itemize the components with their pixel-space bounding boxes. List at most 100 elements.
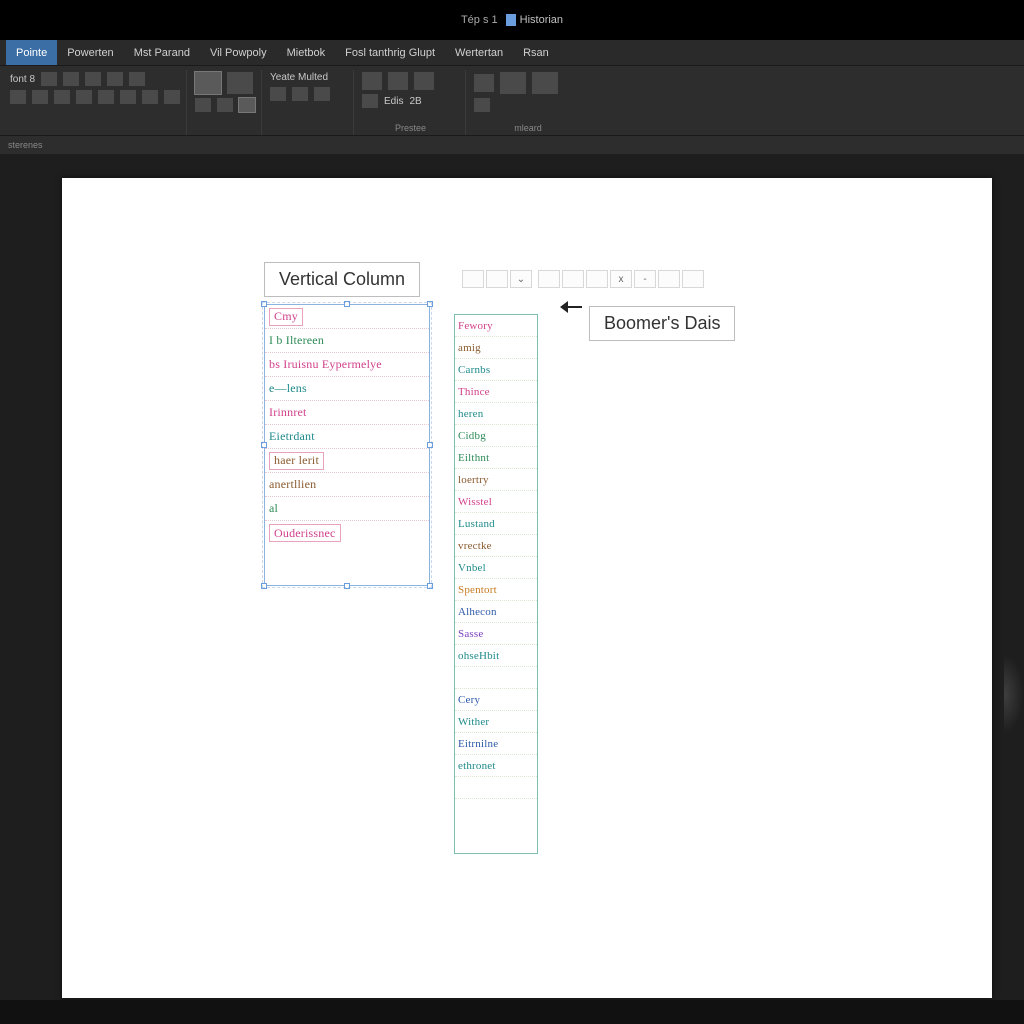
resize-handle[interactable] — [427, 442, 433, 448]
ribbon-button[interactable] — [239, 98, 255, 112]
ribbon-group-label — [270, 123, 347, 133]
ribbon-button[interactable] — [270, 87, 286, 101]
document-area[interactable]: Vertical Column ⌄ x - Boomer's Dais — [0, 154, 1024, 1000]
handwriting-text: Fewory — [458, 320, 493, 332]
handwriting-text: anertllien — [269, 477, 316, 492]
mini-toolbar-button[interactable] — [586, 270, 608, 288]
ribbon-button[interactable] — [532, 72, 558, 94]
text-box-vertical-column[interactable]: Vertical Column — [264, 262, 420, 297]
resize-handle[interactable] — [427, 583, 433, 589]
resize-handle[interactable] — [261, 301, 267, 307]
bold-icon[interactable] — [10, 90, 26, 104]
ribbon-tab-4[interactable]: Mietbok — [277, 40, 336, 65]
ribbon-tab-home[interactable]: Pointe — [6, 40, 57, 65]
ribbon-group-label — [195, 123, 255, 133]
mini-toolbar-button[interactable]: - — [634, 270, 656, 288]
edge-glow — [1004, 654, 1024, 734]
list-row: Vnbel — [455, 557, 537, 579]
ribbon-button[interactable] — [85, 72, 101, 86]
ribbon-button[interactable] — [388, 72, 408, 90]
resize-handle[interactable] — [261, 442, 267, 448]
ribbon-tab-3[interactable]: Vil Powpoly — [200, 40, 277, 65]
ribbon-button[interactable] — [120, 90, 136, 104]
ribbon-button[interactable] — [142, 90, 158, 104]
table-icon[interactable] — [414, 72, 434, 90]
list-row: vrectke — [455, 535, 537, 557]
image-object-right-column[interactable]: FeworyamigCarnbsThinceherenCidbgEilthntl… — [454, 314, 538, 854]
resize-handle[interactable] — [261, 583, 267, 589]
text-box-label: Boomer's Dais — [604, 313, 720, 333]
handwriting-text: Eilthnt — [458, 452, 489, 464]
mini-toolbar-button[interactable] — [682, 270, 704, 288]
ribbon-button[interactable] — [500, 72, 526, 94]
mini-toolbar-button[interactable] — [562, 270, 584, 288]
ribbon-button[interactable] — [362, 72, 382, 90]
close-icon[interactable]: x — [610, 270, 632, 288]
ribbon-button[interactable] — [98, 90, 114, 104]
ribbon-button[interactable] — [474, 74, 494, 92]
italic-icon[interactable] — [32, 90, 48, 104]
list-row: anertllien — [265, 473, 429, 497]
mini-toolbar-button[interactable] — [658, 270, 680, 288]
image-object-left-column[interactable]: CmyI b Iltereenbs Iruisnu Eypermelyee—le… — [264, 304, 430, 586]
ribbon-tab-5[interactable]: Fosl tanthrig Glupt — [335, 40, 445, 65]
ribbon-tabs: Pointe Powerten Mst Parand Vil Powpoly M… — [0, 40, 1024, 66]
handwriting-text: Eitrnilne — [458, 738, 498, 750]
ribbon-tab-1[interactable]: Powerten — [57, 40, 123, 65]
handwriting-text: ethronet — [458, 760, 496, 772]
list-row: Lustand — [455, 513, 537, 535]
resize-handle[interactable] — [427, 301, 433, 307]
mini-toolbar-separator — [534, 270, 536, 288]
ribbon-button[interactable] — [129, 72, 145, 86]
title-bar: Tép s 1 Historian — [0, 0, 1024, 40]
ribbon-tab-6[interactable]: Wertertan — [445, 40, 513, 65]
ribbon-button[interactable] — [227, 72, 253, 94]
handwriting-text: Eietrdant — [269, 429, 315, 444]
handwriting-text: Carnbs — [458, 364, 490, 376]
ribbon-button[interactable] — [314, 87, 330, 101]
ribbon-button[interactable] — [164, 90, 180, 104]
ribbon-tab-2[interactable]: Mst Parand — [124, 40, 200, 65]
handwriting-text: I b Iltereen — [269, 333, 324, 348]
list-row: Eilthnt — [455, 447, 537, 469]
ribbon-button[interactable] — [63, 72, 79, 86]
mini-toolbar-button[interactable] — [486, 270, 508, 288]
ribbon-button[interactable] — [195, 98, 211, 112]
ribbon-button[interactable] — [76, 90, 92, 104]
handwriting-text: Vnbel — [458, 562, 486, 574]
ribbon-button[interactable] — [292, 87, 308, 101]
handwriting-text: ohseHbit — [458, 650, 499, 662]
title-document: Historian — [506, 14, 563, 26]
underline-icon[interactable] — [54, 90, 70, 104]
page-canvas[interactable]: Vertical Column ⌄ x - Boomer's Dais — [62, 178, 992, 998]
list-row: Ouderissnec — [265, 521, 429, 545]
handwriting-text: al — [269, 501, 278, 516]
ribbon-tab-7[interactable]: Rsan — [513, 40, 559, 65]
ribbon-group-insert: mleard — [468, 70, 588, 135]
handwriting-text: Wither — [458, 716, 489, 728]
list-row: Cidbg — [455, 425, 537, 447]
ribbon-button[interactable] — [107, 72, 123, 86]
list-row: Alhecon — [455, 601, 537, 623]
text-box-boomer-data[interactable]: Boomer's Dais — [589, 306, 735, 341]
text-box-label: Vertical Column — [279, 269, 405, 289]
list-row: Irinnret — [265, 401, 429, 425]
ribbon-button[interactable] — [195, 72, 221, 94]
mini-toolbar-button[interactable]: ⌄ — [510, 270, 532, 288]
ribbon-button[interactable] — [474, 98, 490, 112]
ribbon-font-name[interactable]: font 8 — [10, 74, 35, 85]
ribbon-button[interactable] — [217, 98, 233, 112]
mini-toolbar-button[interactable] — [538, 270, 560, 288]
resize-handle[interactable] — [344, 583, 350, 589]
list-row: Fewory — [455, 315, 537, 337]
list-row: Cery — [455, 689, 537, 711]
list-row: bs Iruisnu Eypermelye — [265, 353, 429, 377]
list-row: loertry — [455, 469, 537, 491]
handwriting-text: Cmy — [274, 309, 298, 324]
ribbon-button[interactable] — [362, 94, 378, 108]
list-row: Carnbs — [455, 359, 537, 381]
ribbon-button[interactable] — [41, 72, 57, 86]
mini-toolbar-button[interactable] — [462, 270, 484, 288]
resize-handle[interactable] — [344, 301, 350, 307]
list-row: al — [265, 497, 429, 521]
